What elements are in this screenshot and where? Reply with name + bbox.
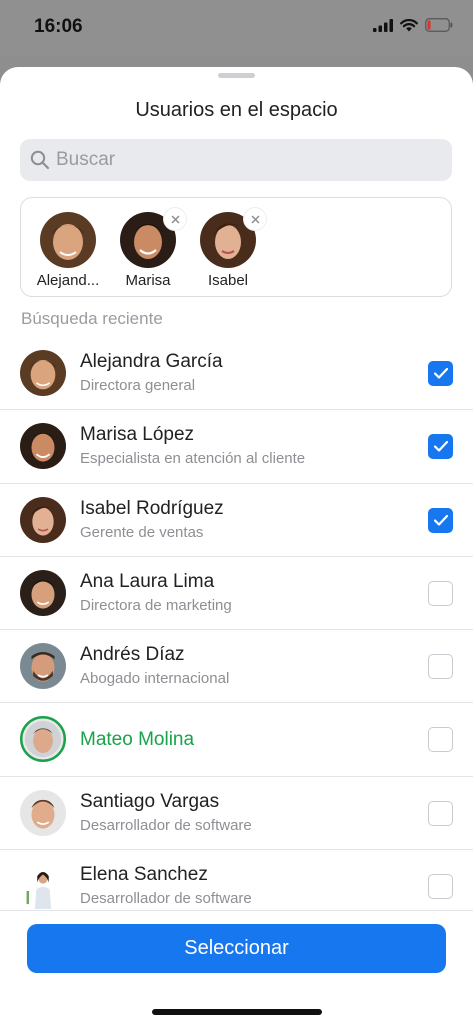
user-checkbox[interactable] (428, 434, 453, 460)
search-input[interactable] (56, 149, 436, 171)
status-bar: 16:06 (0, 0, 473, 56)
avatar (20, 423, 66, 470)
sheet-title: Usuarios en el espacio (135, 99, 338, 121)
user-name: Isabel Rodríguez (80, 497, 224, 519)
user-name: Elena Sanchez (80, 864, 208, 886)
list-item[interactable]: Marisa López Especialista en atención al… (0, 410, 473, 484)
avatar (40, 212, 96, 268)
sheet-grabber[interactable] (218, 73, 255, 78)
remove-chip-button[interactable] (244, 208, 266, 230)
checkmark-icon (433, 368, 448, 379)
avatar (20, 789, 66, 836)
checkmark-icon (433, 441, 448, 452)
selected-chip[interactable]: Alejand... (33, 212, 103, 289)
list-item[interactable]: Mateo Molina (0, 703, 473, 777)
list-item[interactable]: Ana Laura Lima Directora de marketing (0, 557, 473, 631)
chip-label: Isabel (207, 272, 249, 289)
list-item[interactable]: Santiago Vargas Desarrollador de softwar… (0, 777, 473, 851)
user-role: Directora de marketing (80, 596, 232, 614)
list-item[interactable]: Alejandra García Directora general (0, 337, 473, 411)
selected-chip[interactable]: Isabel (193, 208, 266, 289)
battery-icon (425, 18, 453, 32)
user-name: Andrés Díaz (80, 644, 185, 666)
avatar (20, 350, 66, 396)
user-checkbox[interactable] (428, 580, 453, 606)
signal-icon (373, 18, 393, 32)
home-indicator[interactable] (152, 1009, 322, 1015)
selected-chip[interactable]: Marisa (113, 208, 186, 289)
user-role: Abogado internacional (80, 670, 230, 688)
close-icon (250, 214, 260, 224)
user-name: Alejandra García (80, 351, 223, 372)
status-icons (373, 18, 453, 32)
user-checkbox[interactable] (428, 361, 453, 386)
wifi-icon (400, 18, 418, 31)
user-list: Alejandra García Directora general Maris… (0, 337, 473, 924)
user-checkbox[interactable] (428, 800, 453, 826)
user-role: Directora general (80, 377, 196, 394)
avatar (20, 863, 66, 910)
list-item[interactable]: Andrés Díaz Abogado internacional (0, 630, 473, 704)
user-checkbox[interactable] (428, 507, 453, 533)
list-item[interactable]: Isabel Rodríguez Gerente de ventas (0, 484, 473, 557)
avatar (20, 496, 66, 543)
user-checkbox[interactable] (428, 874, 453, 900)
search-icon (30, 150, 50, 170)
footer: Seleccionar (0, 910, 473, 1024)
avatar (20, 716, 66, 763)
checkmark-icon (433, 514, 448, 526)
user-role: Desarrollador de software (80, 816, 252, 834)
user-role: Gerente de ventas (80, 523, 204, 541)
user-checkbox[interactable] (428, 654, 453, 680)
user-name: Mateo Molina (80, 729, 195, 751)
avatar (20, 569, 66, 616)
status-time: 16:06 (34, 16, 83, 37)
user-name: Santiago Vargas (80, 790, 220, 812)
user-name: Marisa López (80, 424, 195, 446)
remove-chip-button[interactable] (164, 208, 186, 230)
user-name: Ana Laura Lima (80, 570, 215, 592)
search-bar[interactable] (20, 139, 452, 181)
chip-label: Alejand... (36, 272, 100, 289)
close-icon (170, 214, 180, 224)
users-sheet: Usuarios en el espacio Alejand... Marisa (0, 67, 473, 1024)
avatar (20, 643, 66, 690)
user-role: Desarrollador de software (80, 890, 252, 908)
section-label: Búsqueda reciente (21, 309, 163, 328)
selected-users: Alejand... Marisa Isabel (20, 197, 452, 297)
user-role: Especialista en atención al cliente (80, 450, 306, 468)
user-checkbox[interactable] (428, 727, 453, 753)
avatar (200, 208, 266, 268)
avatar (120, 208, 186, 268)
select-button[interactable]: Seleccionar (27, 924, 446, 973)
chip-label: Marisa (125, 272, 171, 289)
